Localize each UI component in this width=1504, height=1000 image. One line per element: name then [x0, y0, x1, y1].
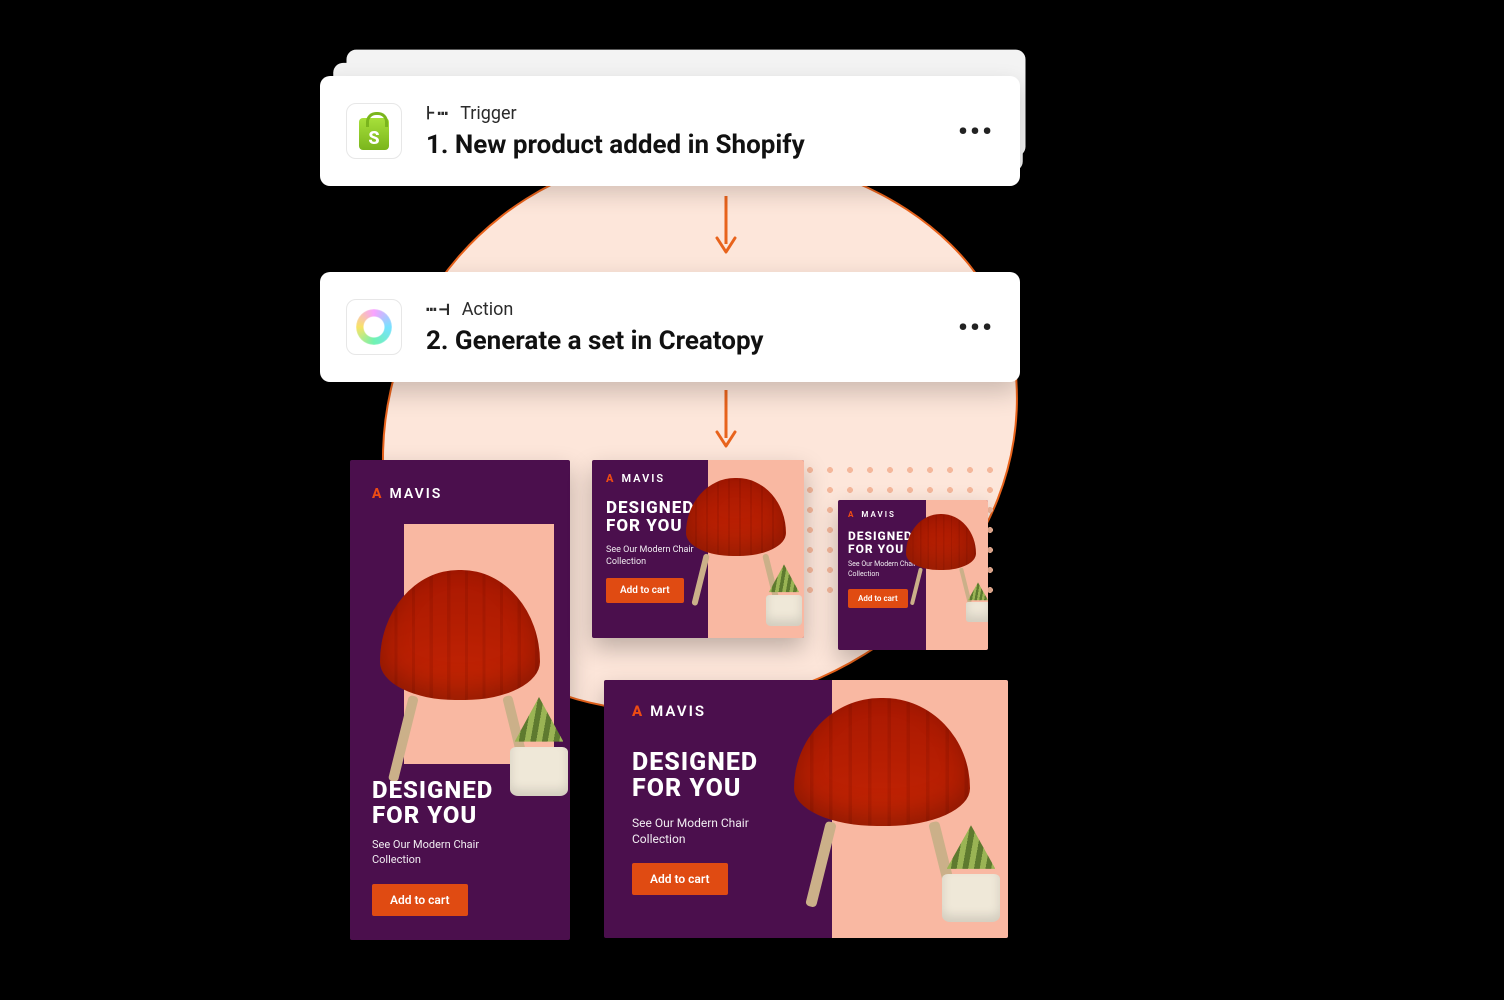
ad-product-image	[692, 478, 802, 628]
brand-mark-icon: A	[848, 510, 855, 519]
add-to-cart-button[interactable]: Add to cart	[848, 589, 908, 608]
workflow-card[interactable]: S ⊦⋯ Trigger 1. New product added in Sho…	[320, 76, 1020, 186]
ad-headline: DESIGNED	[372, 778, 548, 803]
brand-name: MAVIS	[650, 702, 706, 720]
workflow-step-action: ⋯⊣ Action 2. Generate a set in Creatopy …	[320, 272, 1020, 382]
brand-name: MAVIS	[389, 486, 442, 502]
creatopy-icon	[346, 299, 402, 355]
ad-brand: A MAVIS	[848, 510, 896, 519]
ad-subcopy: See Our Modern Chair Collection	[632, 815, 782, 847]
more-menu-icon[interactable]: •••	[958, 311, 994, 344]
add-to-cart-button[interactable]: Add to cart	[632, 863, 728, 895]
step-kind-label: Trigger	[460, 103, 516, 124]
ad-brand: A MAVIS	[632, 702, 706, 720]
workflow-card[interactable]: ⋯⊣ Action 2. Generate a set in Creatopy …	[320, 272, 1020, 382]
ad-preview-medium-rect: A MAVIS DESIGNED FOR YOU See Our Modern …	[592, 460, 804, 638]
add-to-cart-button[interactable]: Add to cart	[606, 578, 684, 603]
shopify-icon: S	[346, 103, 402, 159]
action-glyph-icon: ⋯⊣	[426, 299, 452, 320]
ad-product-image	[798, 698, 1002, 928]
brand-name: MAVIS	[621, 472, 665, 485]
flow-arrow-icon	[715, 194, 737, 256]
ad-preview-square: A MAVIS DESIGNED FOR YOU See Our Modern …	[838, 500, 988, 650]
brand-mark-icon: A	[632, 702, 644, 720]
step-kind-label: Action	[462, 299, 514, 320]
ad-brand: A MAVIS	[372, 486, 442, 502]
more-menu-icon[interactable]: •••	[958, 115, 994, 148]
brand-mark-icon: A	[606, 472, 615, 485]
ad-headline: FOR YOU	[372, 803, 548, 828]
ad-subcopy: See Our Modern Chair Collection	[372, 838, 522, 868]
ad-preview-landscape: A MAVIS DESIGNED FOR YOU See Our Modern …	[604, 680, 1008, 938]
add-to-cart-button[interactable]: Add to cart	[372, 884, 468, 916]
ad-product-image	[376, 570, 562, 800]
workflow-step-trigger: S ⊦⋯ Trigger 1. New product added in Sho…	[320, 76, 1020, 186]
ad-preview-portrait: A MAVIS DESIGNED FOR YOU See Our Modern …	[350, 460, 570, 940]
flow-arrow-icon	[715, 388, 737, 450]
step-title: 1. New product added in Shopify	[426, 130, 934, 160]
ad-brand: A MAVIS	[606, 472, 665, 485]
step-title: 2. Generate a set in Creatopy	[426, 326, 934, 356]
ad-headline: FOR YOU	[632, 776, 812, 802]
brand-name: MAVIS	[861, 510, 895, 519]
ad-product-image	[910, 514, 988, 624]
ad-headline: DESIGNED	[632, 750, 812, 776]
brand-mark-icon: A	[372, 486, 383, 502]
trigger-glyph-icon: ⊦⋯	[426, 103, 450, 124]
